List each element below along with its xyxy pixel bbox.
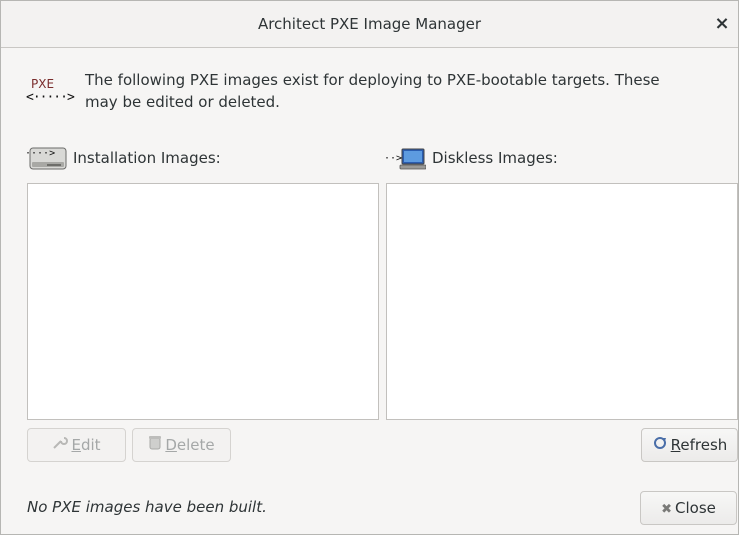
installation-arrow: ····> <box>25 148 55 159</box>
hard-drive-icon: ····> <box>25 145 69 171</box>
trash-icon <box>148 431 162 463</box>
diskless-images-list[interactable] <box>386 183 738 420</box>
intro-description: The following PXE images exist for deplo… <box>85 69 725 113</box>
titlebar[interactable]: Architect PXE Image Manager × <box>1 1 738 48</box>
installation-images-header: ····> Installation Images: <box>25 144 365 172</box>
intro-line-2: may be edited or deleted. <box>85 93 280 111</box>
installation-images-list[interactable] <box>27 183 379 420</box>
close-button[interactable]: ✖ Close <box>640 491 737 525</box>
intro-line-1: The following PXE images exist for deplo… <box>85 71 660 89</box>
monitor-icon: ··> <box>384 148 426 170</box>
close-icon: ✖ <box>661 502 673 517</box>
window-title: Architect PXE Image Manager <box>257 15 482 33</box>
refresh-icon <box>652 431 668 463</box>
diskless-images-label: Diskless Images: <box>432 149 558 167</box>
edit-button[interactable]: Edit <box>27 428 126 462</box>
window-close-icon[interactable]: × <box>712 14 732 34</box>
pxe-icon: PXE <·····> <box>23 73 75 109</box>
pxe-image-manager-window: Architect PXE Image Manager × PXE <·····… <box>0 0 739 535</box>
wrench-icon <box>52 431 69 463</box>
refresh-button[interactable]: Refresh <box>641 428 738 462</box>
diskless-images-header: ··> Diskless Images: <box>384 144 724 172</box>
intro-section: PXE <·····> The following PXE images exi… <box>23 69 723 119</box>
delete-button[interactable]: Delete <box>132 428 231 462</box>
installation-images-label: Installation Images: <box>73 149 221 167</box>
diskless-arrow: ··> <box>384 153 402 164</box>
status-message: No PXE images have been built. <box>27 498 267 516</box>
pxe-icon-arrow: <·····> <box>26 90 75 105</box>
pxe-icon-label: PXE <box>31 77 55 91</box>
